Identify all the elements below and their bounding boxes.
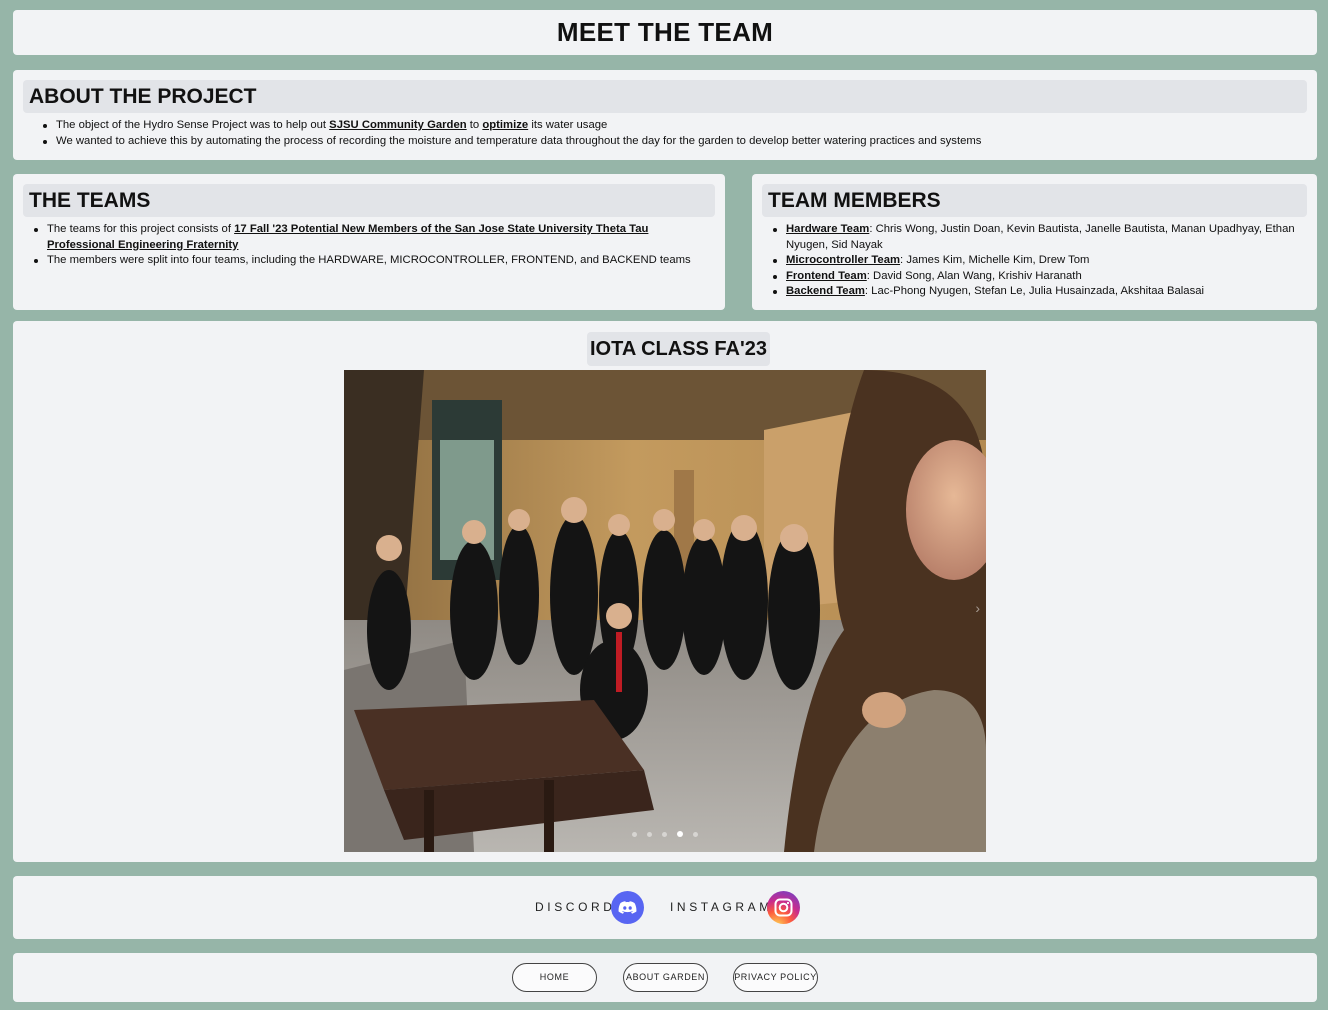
sjsu-garden-link[interactable]: SJSU Community Garden <box>329 119 466 131</box>
about-project-section: ABOUT THE PROJECT The object of the Hydr… <box>13 70 1317 160</box>
the-teams-section: THE TEAMS The teams for this project con… <box>13 174 725 310</box>
discord-icon[interactable] <box>611 891 644 924</box>
carousel-dot[interactable] <box>693 832 698 837</box>
team-members-title: TEAM MEMBERS <box>762 184 1307 217</box>
carousel-dot[interactable] <box>632 832 637 837</box>
team-members-list: Hardware Team: Chris Wong, Justin Doan, … <box>762 222 1307 300</box>
home-button[interactable]: HOME <box>512 963 597 992</box>
list-item: The members were split into four teams, … <box>33 253 715 269</box>
list-item: The object of the Hydro Sense Project wa… <box>43 118 1307 134</box>
group-photo <box>344 370 986 852</box>
footer-nav: HOME ABOUT GARDEN PRIVACY POLICY <box>13 953 1317 1002</box>
team-group-frontend: Frontend Team: David Song, Alan Wang, Kr… <box>772 269 1307 285</box>
hardware-team-link[interactable]: Hardware Team <box>786 223 869 235</box>
team-group-backend: Backend Team: Lac-Phong Nyugen, Stefan L… <box>772 284 1307 300</box>
privacy-policy-button[interactable]: PRIVACY POLICY <box>733 963 818 992</box>
team-group-microcontroller: Microcontroller Team: James Kim, Michell… <box>772 253 1307 269</box>
list-item: We wanted to achieve this by automating … <box>43 134 1307 150</box>
about-project-title: ABOUT THE PROJECT <box>23 80 1307 113</box>
optimize-link[interactable]: optimize <box>482 119 528 131</box>
about-garden-button[interactable]: ABOUT GARDEN <box>623 963 708 992</box>
page-title: MEET THE TEAM <box>556 17 774 47</box>
microcontroller-team-link[interactable]: Microcontroller Team <box>786 254 900 266</box>
carousel-dot[interactable] <box>662 832 667 837</box>
instagram-icon[interactable] <box>767 891 800 924</box>
carousel-dots <box>344 824 986 842</box>
instagram-label[interactable]: INSTAGRAM <box>670 900 773 914</box>
gallery-title: IOTA CLASS FA'23 <box>587 332 770 366</box>
carousel-dot-active[interactable] <box>677 831 683 837</box>
group-photo-carousel[interactable]: › <box>344 370 986 852</box>
social-links-section: DISCORD INSTAGRAM <box>13 876 1317 939</box>
frontend-team-link[interactable]: Frontend Team <box>786 270 867 282</box>
list-item: The teams for this project consists of 1… <box>33 222 715 253</box>
the-teams-title: THE TEAMS <box>23 184 715 217</box>
team-group-hardware: Hardware Team: Chris Wong, Justin Doan, … <box>772 222 1307 253</box>
page-header: MEET THE TEAM <box>13 10 1317 55</box>
discord-label[interactable]: DISCORD <box>535 900 616 914</box>
backend-team-link[interactable]: Backend Team <box>786 285 865 297</box>
about-project-list: The object of the Hydro Sense Project wa… <box>23 118 1307 149</box>
the-teams-list: The teams for this project consists of 1… <box>23 222 715 269</box>
chevron-right-icon[interactable]: › <box>975 600 980 616</box>
carousel-dot[interactable] <box>647 832 652 837</box>
photo-gallery-section: IOTA CLASS FA'23 › <box>13 321 1317 862</box>
team-members-section: TEAM MEMBERS Hardware Team: Chris Wong, … <box>752 174 1317 310</box>
